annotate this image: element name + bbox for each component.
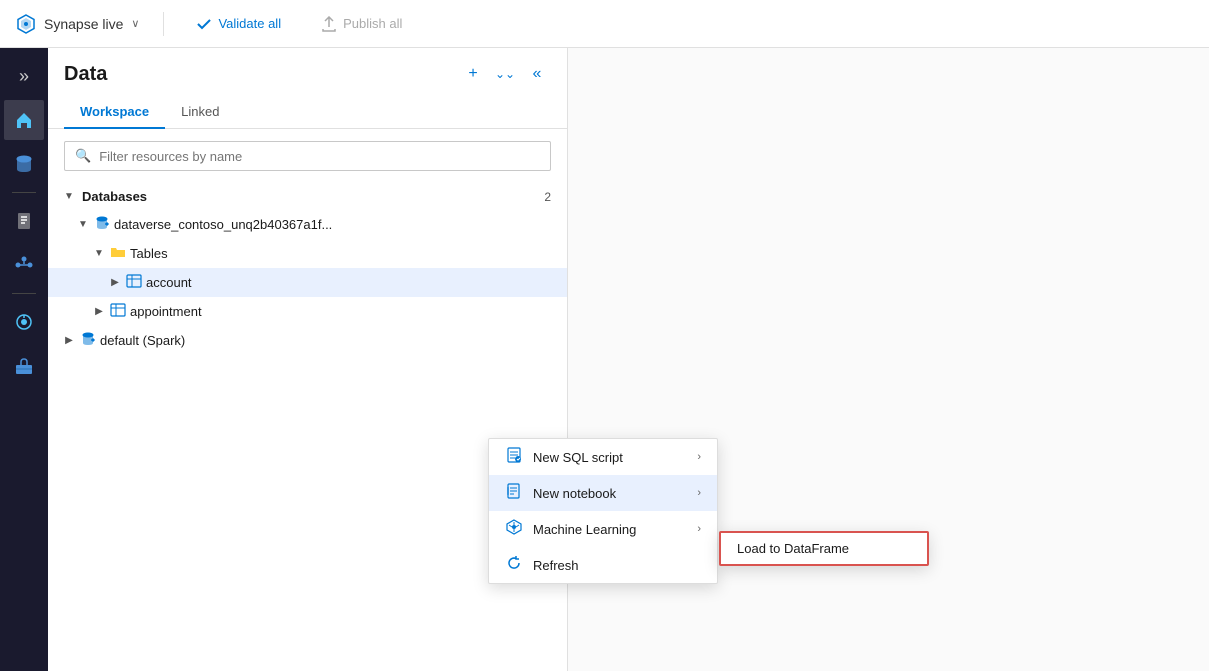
- db1-icon: [94, 215, 110, 234]
- validate-all-label: Validate all: [218, 16, 281, 31]
- context-menu: New SQL script › New notebook ›: [488, 438, 718, 584]
- new-notebook-label: New notebook: [533, 486, 687, 501]
- publish-all-button[interactable]: Publish all: [313, 12, 410, 36]
- database-icon: [14, 154, 34, 174]
- topbar-divider: [163, 12, 164, 36]
- collapse-panel-button[interactable]: «: [523, 60, 551, 88]
- databases-label: Databases: [82, 189, 544, 204]
- brand-name: Synapse live: [44, 16, 123, 32]
- db2-chevron-icon: ▶: [62, 335, 76, 346]
- context-menu-machine-learning[interactable]: Machine Learning ›: [489, 511, 717, 547]
- table2-icon: [110, 302, 126, 321]
- publish-icon: [321, 16, 337, 32]
- sidebar-item-monitor[interactable]: [4, 302, 44, 342]
- validate-icon: [196, 16, 212, 32]
- icon-sidebar: »: [0, 48, 48, 671]
- new-sql-script-arrow-icon: ›: [697, 451, 701, 463]
- brand-selector[interactable]: Synapse live ∨: [16, 14, 139, 34]
- databases-chevron-icon: ▼: [64, 191, 76, 202]
- expand-sidebar-icon[interactable]: »: [4, 56, 44, 96]
- load-to-dataframe-label: Load to DataFrame: [737, 541, 849, 556]
- new-sql-script-label: New SQL script: [533, 450, 687, 465]
- synapse-icon: [16, 14, 36, 34]
- context-menu-new-sql-script[interactable]: New SQL script ›: [489, 439, 717, 475]
- notebook-icon: [14, 211, 34, 231]
- refresh-icon: [505, 555, 523, 575]
- machine-learning-label: Machine Learning: [533, 522, 687, 537]
- add-button[interactable]: +: [459, 60, 487, 88]
- db1-chevron-icon: ▼: [76, 219, 90, 230]
- machine-learning-icon: [505, 519, 523, 539]
- db1-item[interactable]: ▼ dataverse_contoso_unq2b40367a1f...: [48, 210, 567, 239]
- pipeline-icon: [14, 255, 34, 275]
- topbar: Synapse live ∨ Validate all Publish all: [0, 0, 1209, 48]
- tab-workspace[interactable]: Workspace: [64, 96, 165, 129]
- sidebar-item-integrate[interactable]: [4, 245, 44, 285]
- toolbox-icon: [14, 356, 34, 376]
- table-icon: [126, 273, 142, 292]
- sidebar-separator: [12, 192, 36, 193]
- data-panel: Data + ⌄⌄ « Workspace Linked: [48, 48, 568, 671]
- folder-icon: [110, 244, 126, 263]
- validate-all-button[interactable]: Validate all: [188, 12, 289, 36]
- db2-name: default (Spark): [100, 333, 185, 348]
- sql-script-icon: [505, 447, 523, 467]
- appointment-table-name: appointment: [130, 304, 202, 319]
- main-layout: »: [0, 48, 1209, 671]
- tables-chevron-icon: ▼: [92, 248, 106, 259]
- panel-header-actions: + ⌄⌄ «: [459, 60, 551, 88]
- databases-section-header[interactable]: ▼ Databases 2: [48, 183, 567, 210]
- new-notebook-arrow-icon: ›: [697, 487, 701, 499]
- context-menu-refresh[interactable]: Refresh: [489, 547, 717, 583]
- context-menu-new-notebook[interactable]: New notebook ›: [489, 475, 717, 511]
- db1-name: dataverse_contoso_unq2b40367a1f...: [114, 217, 332, 232]
- db2-item[interactable]: ▶ default (Spark): [48, 326, 567, 355]
- appointment-table-item[interactable]: ▶ appointment: [48, 297, 567, 326]
- sidebar-item-home[interactable]: [4, 100, 44, 140]
- db2-icon: [80, 331, 96, 350]
- panel-tabs: Workspace Linked: [48, 96, 567, 129]
- panel-title: Data: [64, 63, 107, 86]
- notebook-submenu: Load to DataFrame: [719, 531, 929, 566]
- sidebar-item-data[interactable]: [4, 144, 44, 184]
- notebook-cm-icon: [505, 483, 523, 503]
- publish-all-label: Publish all: [343, 16, 402, 31]
- sidebar-item-manage[interactable]: [4, 346, 44, 386]
- brand-chevron-icon: ∨: [131, 17, 139, 30]
- monitor-icon: [14, 312, 34, 332]
- sidebar-separator-2: [12, 293, 36, 294]
- search-icon: 🔍: [75, 148, 91, 164]
- tables-label: Tables: [130, 246, 168, 261]
- search-box[interactable]: 🔍: [64, 141, 551, 171]
- refresh-label: Refresh: [533, 558, 701, 573]
- account-chevron-icon: ▶: [108, 277, 122, 288]
- account-table-item[interactable]: ▶ account: [48, 268, 567, 297]
- tables-folder-item[interactable]: ▼ Tables: [48, 239, 567, 268]
- load-to-dataframe-item[interactable]: Load to DataFrame: [721, 533, 927, 564]
- search-input[interactable]: [99, 149, 540, 164]
- home-icon: [14, 110, 34, 130]
- machine-learning-arrow-icon: ›: [697, 523, 701, 535]
- account-table-name: account: [146, 275, 192, 290]
- databases-count: 2: [544, 190, 551, 204]
- sort-button[interactable]: ⌄⌄: [491, 60, 519, 88]
- appointment-chevron-icon: ▶: [92, 306, 106, 317]
- resource-tree: ▼ Databases 2 ▼ dataverse_contoso_unq2b4…: [48, 183, 567, 671]
- panel-header: Data + ⌄⌄ «: [48, 48, 567, 96]
- sidebar-item-develop[interactable]: [4, 201, 44, 241]
- tab-linked[interactable]: Linked: [165, 96, 235, 129]
